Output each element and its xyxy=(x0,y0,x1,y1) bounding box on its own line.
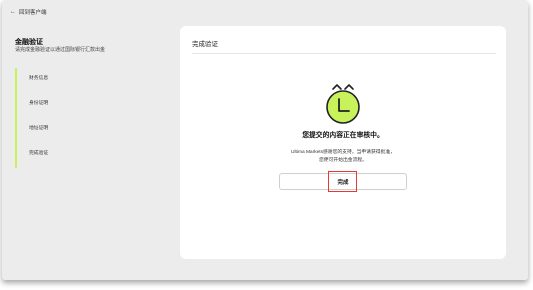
step-address-proof[interactable]: 地址证明 xyxy=(29,124,48,131)
status-title: 您提交的内容正在审核中。 xyxy=(302,132,384,139)
done-button-label: 完成 xyxy=(337,179,349,186)
status-desc-line-2: 您便可开始出金流程。 xyxy=(319,157,367,163)
back-link-label: 回到客户端 xyxy=(19,10,47,16)
done-button[interactable]: 完成 xyxy=(279,173,407,190)
status-desc-line-1: Ultima Markets感谢您的支持，当申请获得批准， xyxy=(291,150,395,155)
step-complete-verification[interactable]: 完成验证 xyxy=(29,149,48,156)
back-to-client-link[interactable]: ← 回到客户端 xyxy=(10,8,47,16)
page-subtitle: 请完成金融验证以通过国际银行汇款出金 xyxy=(15,47,106,53)
card-divider xyxy=(192,53,496,54)
step-identity-proof[interactable]: 身份证明 xyxy=(29,99,48,106)
left-arrow-icon: ← xyxy=(10,9,16,15)
app-window: ← 回到客户端 金融验证 请完成金融验证以通过国际银行汇款出金 财务信息 身份证… xyxy=(2,0,528,280)
verification-card: 完成验证 您提交的内容正在审核中。 Ultima Markets感谢您的支持，当… xyxy=(180,26,506,259)
step-financial-info[interactable]: 财务信息 xyxy=(29,74,48,81)
alarm-clock-icon xyxy=(326,84,360,124)
steps-progress-bar xyxy=(15,68,17,168)
card-title: 完成验证 xyxy=(192,41,218,48)
status-description: Ultima Markets感谢您的支持，当申请获得批准， 您便可开始出金流程。 xyxy=(180,149,506,164)
